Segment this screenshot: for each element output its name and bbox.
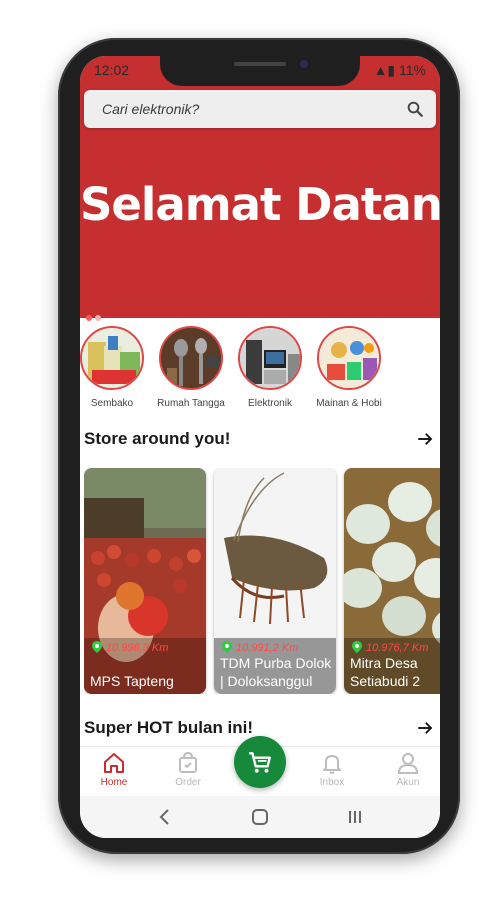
status-battery: ▲▮ 11%: [373, 62, 426, 78]
store-name: MPS Tapteng: [90, 673, 174, 689]
home-circle-icon[interactable]: [251, 808, 269, 826]
nav-akun[interactable]: Akun: [378, 751, 438, 788]
store-distance: 10.991,2 Km: [222, 641, 298, 654]
arrow-right-icon[interactable]: [416, 719, 434, 737]
category-elektronik[interactable]: Elektronik: [230, 326, 310, 409]
nav-inbox-label: Inbox: [319, 777, 345, 788]
notch: [160, 56, 360, 86]
search-input[interactable]: Cari elektronik?: [102, 101, 199, 117]
nav-order-label: Order: [175, 777, 201, 788]
category-sembako[interactable]: Sembako: [80, 326, 152, 409]
nav-home-label: Home: [100, 777, 128, 788]
carousel-dots: [86, 308, 104, 326]
system-navigation-bar: [80, 796, 440, 838]
elektronik-image: [238, 326, 302, 390]
search-icon[interactable]: [406, 100, 424, 118]
store-distance: 10.976,7 Km: [352, 641, 428, 654]
category-mainan-hobi[interactable]: Mainan & Hobi: [309, 326, 389, 409]
sembako-image: [80, 326, 144, 390]
store-name: TDM Purba Dolok | Doloksanggul: [220, 655, 332, 689]
nav-order[interactable]: Order: [158, 751, 218, 788]
hero-banner[interactable]: Cari elektronik? Selamat Datang: [80, 86, 440, 321]
signal-icon: ▲▮: [373, 62, 400, 78]
nav-inbox[interactable]: Inbox: [302, 751, 362, 788]
store-card[interactable]: 10.976,7 Km Mitra Desa Setiabudi 2: [344, 468, 440, 694]
back-icon[interactable]: [156, 808, 174, 826]
speaker: [234, 62, 286, 66]
store-card[interactable]: 10.991,2 Km TDM Purba Dolok | Doloksangg…: [214, 468, 336, 694]
nav-home[interactable]: Home: [84, 751, 144, 788]
store-card[interactable]: 10.996,3 Km MPS Tapteng: [84, 468, 206, 694]
store-distance: 10.996,3 Km: [92, 641, 168, 654]
app-screen: 12:02 ▲▮ 11% Cari elektronik? Selamat Da…: [80, 56, 440, 838]
user-icon: [397, 753, 419, 774]
hot-section-title: Super HOT bulan ini!: [84, 718, 254, 737]
category-rumah-tangga[interactable]: Rumah Tangga: [151, 326, 231, 409]
search-bar[interactable]: Cari elektronik?: [84, 90, 436, 128]
stores-section-title: Store around you!: [84, 429, 231, 448]
category-label: Rumah Tangga: [157, 398, 225, 409]
category-list: Sembako Rumah Tangga Elektronik Mainan &…: [80, 326, 440, 416]
cart-button[interactable]: [234, 736, 286, 788]
category-label: Mainan & Hobi: [316, 398, 382, 409]
store-image: [84, 468, 206, 694]
mainan-hobi-image: [317, 326, 381, 390]
arrow-right-icon[interactable]: [416, 430, 434, 448]
carousel-dot[interactable]: [95, 315, 101, 321]
rumah-tangga-image: [159, 326, 223, 390]
carousel-dot[interactable]: [86, 315, 92, 321]
home-icon: [104, 753, 124, 773]
shopping-bag-icon: [179, 751, 197, 773]
shopping-cart-icon: [249, 752, 271, 773]
category-label: Elektronik: [248, 398, 292, 409]
store-carousel[interactable]: 10.996,3 Km MPS Tapteng 10.991,2 Km TDM …: [84, 468, 440, 694]
location-pin-icon: [352, 641, 362, 653]
location-pin-icon: [92, 641, 102, 653]
status-time: 12:02: [94, 62, 130, 78]
store-name: Mitra Desa Setiabudi 2: [350, 655, 421, 689]
banner-title: Selamat Datang: [80, 178, 440, 231]
bell-icon: [323, 755, 341, 774]
category-label: Sembako: [90, 398, 134, 409]
camera: [300, 60, 308, 68]
recent-apps-icon[interactable]: [346, 808, 364, 826]
nav-akun-label: Akun: [396, 777, 420, 788]
location-pin-icon: [222, 641, 232, 653]
